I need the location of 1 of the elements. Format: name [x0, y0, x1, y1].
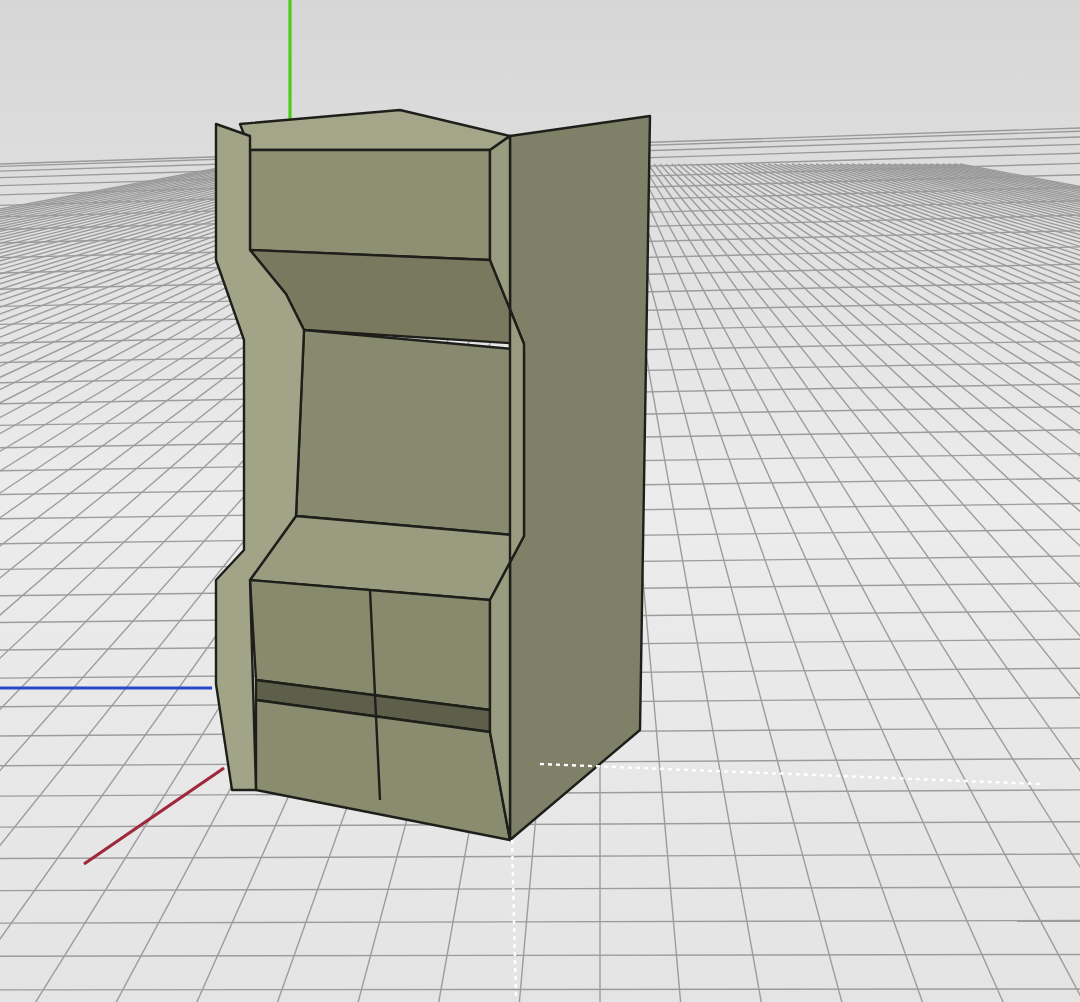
- 3d-viewport[interactable]: [0, 0, 1080, 1002]
